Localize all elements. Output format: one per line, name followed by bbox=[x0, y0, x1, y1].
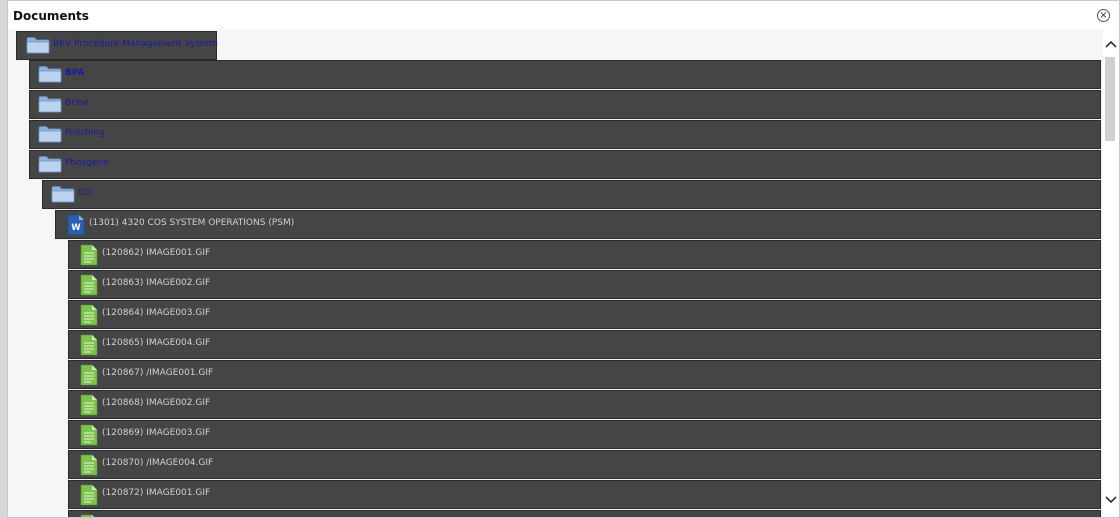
tree-folder-brine[interactable]: Brine bbox=[29, 90, 1101, 119]
tree-node-label: Brine bbox=[65, 98, 89, 108]
tree-node-label: (120864) IMAGE003.GIF bbox=[102, 308, 211, 318]
tree-attachment[interactable]: (120872) IMAGE001.GIF bbox=[68, 480, 1101, 509]
tree-node-label: BPA bbox=[65, 68, 85, 78]
image-file-icon bbox=[80, 334, 98, 356]
tree-attachment[interactable]: (120868) IMAGE002.GIF bbox=[68, 390, 1101, 419]
close-button[interactable]: × bbox=[1097, 9, 1110, 22]
tree-node-label: (120867) /IMAGE001.GIF bbox=[102, 368, 214, 378]
document-tree: BKV Procedure Management System BPA Brin… bbox=[8, 29, 1103, 518]
image-file-icon bbox=[80, 394, 98, 416]
tree-node-label: Finishing bbox=[65, 128, 105, 138]
tree-node-label: CO bbox=[78, 188, 92, 198]
image-file-icon bbox=[80, 484, 98, 506]
folder-icon bbox=[38, 95, 62, 113]
folder-icon bbox=[38, 65, 62, 83]
tree-node-label: Phosgene bbox=[65, 158, 109, 168]
image-file-icon bbox=[80, 514, 98, 518]
folder-icon bbox=[38, 155, 62, 173]
tree-node-root[interactable]: BKV Procedure Management System bbox=[16, 31, 218, 60]
vertical-scrollbar[interactable] bbox=[1103, 39, 1119, 513]
image-file-icon bbox=[80, 304, 98, 326]
tree-attachment[interactable]: (120870) /IMAGE004.GIF bbox=[68, 450, 1101, 479]
chevron-up-icon[interactable] bbox=[1103, 37, 1119, 51]
tree-document[interactable]: (1301) 4320 COS SYSTEM OPERATIONS (PSM) bbox=[55, 210, 1101, 239]
tree-folder-finishing[interactable]: Finishing bbox=[29, 120, 1101, 149]
tree-node-label: BKV Procedure Management System bbox=[53, 39, 218, 49]
tree-node-label: (1301) 4320 COS SYSTEM OPERATIONS (PSM) bbox=[89, 218, 295, 228]
tree-attachment[interactable]: (120863) IMAGE002.GIF bbox=[68, 270, 1101, 299]
tree-attachment[interactable]: (120864) IMAGE003.GIF bbox=[68, 300, 1101, 329]
tree-attachment[interactable]: (120862) IMAGE001.GIF bbox=[68, 240, 1101, 269]
documents-dialog: Documents × BKV Procedure Management Sys… bbox=[7, 0, 1120, 518]
tree-node-label: (120868) IMAGE002.GIF bbox=[102, 398, 211, 408]
image-file-icon bbox=[80, 364, 98, 386]
image-file-icon bbox=[80, 274, 98, 296]
folder-icon bbox=[38, 125, 62, 143]
tree-node-label: (120869) IMAGE003.GIF bbox=[102, 428, 211, 438]
tree-node-label: (120872) IMAGE001.GIF bbox=[102, 488, 211, 498]
word-document-icon bbox=[67, 214, 85, 236]
image-file-icon bbox=[80, 424, 98, 446]
tree-node-label: (120862) IMAGE001.GIF bbox=[102, 248, 211, 258]
tree-folder-co[interactable]: CO bbox=[42, 180, 1101, 209]
scrollbar-thumb[interactable] bbox=[1105, 57, 1115, 141]
tree-attachment[interactable]: (120865) IMAGE004.GIF bbox=[68, 330, 1101, 359]
folder-icon bbox=[26, 36, 50, 54]
tree-node-label: (120865) IMAGE004.GIF bbox=[102, 338, 211, 348]
image-file-icon bbox=[80, 454, 98, 476]
image-file-icon bbox=[80, 244, 98, 266]
tree-attachment[interactable]: (120869) IMAGE003.GIF bbox=[68, 420, 1101, 449]
tree-folder-phosgene[interactable]: Phosgene bbox=[29, 150, 1101, 179]
tree-node-label: (120870) /IMAGE004.GIF bbox=[102, 458, 214, 468]
tree-attachment-partial[interactable] bbox=[68, 510, 1101, 518]
tree-folder-bpa[interactable]: BPA bbox=[29, 60, 1101, 89]
chevron-down-icon[interactable] bbox=[1103, 493, 1119, 507]
folder-icon bbox=[51, 185, 75, 203]
tree-attachment[interactable]: (120867) /IMAGE001.GIF bbox=[68, 360, 1101, 389]
dialog-title: Documents bbox=[13, 9, 89, 23]
tree-node-label: (120863) IMAGE002.GIF bbox=[102, 278, 211, 288]
